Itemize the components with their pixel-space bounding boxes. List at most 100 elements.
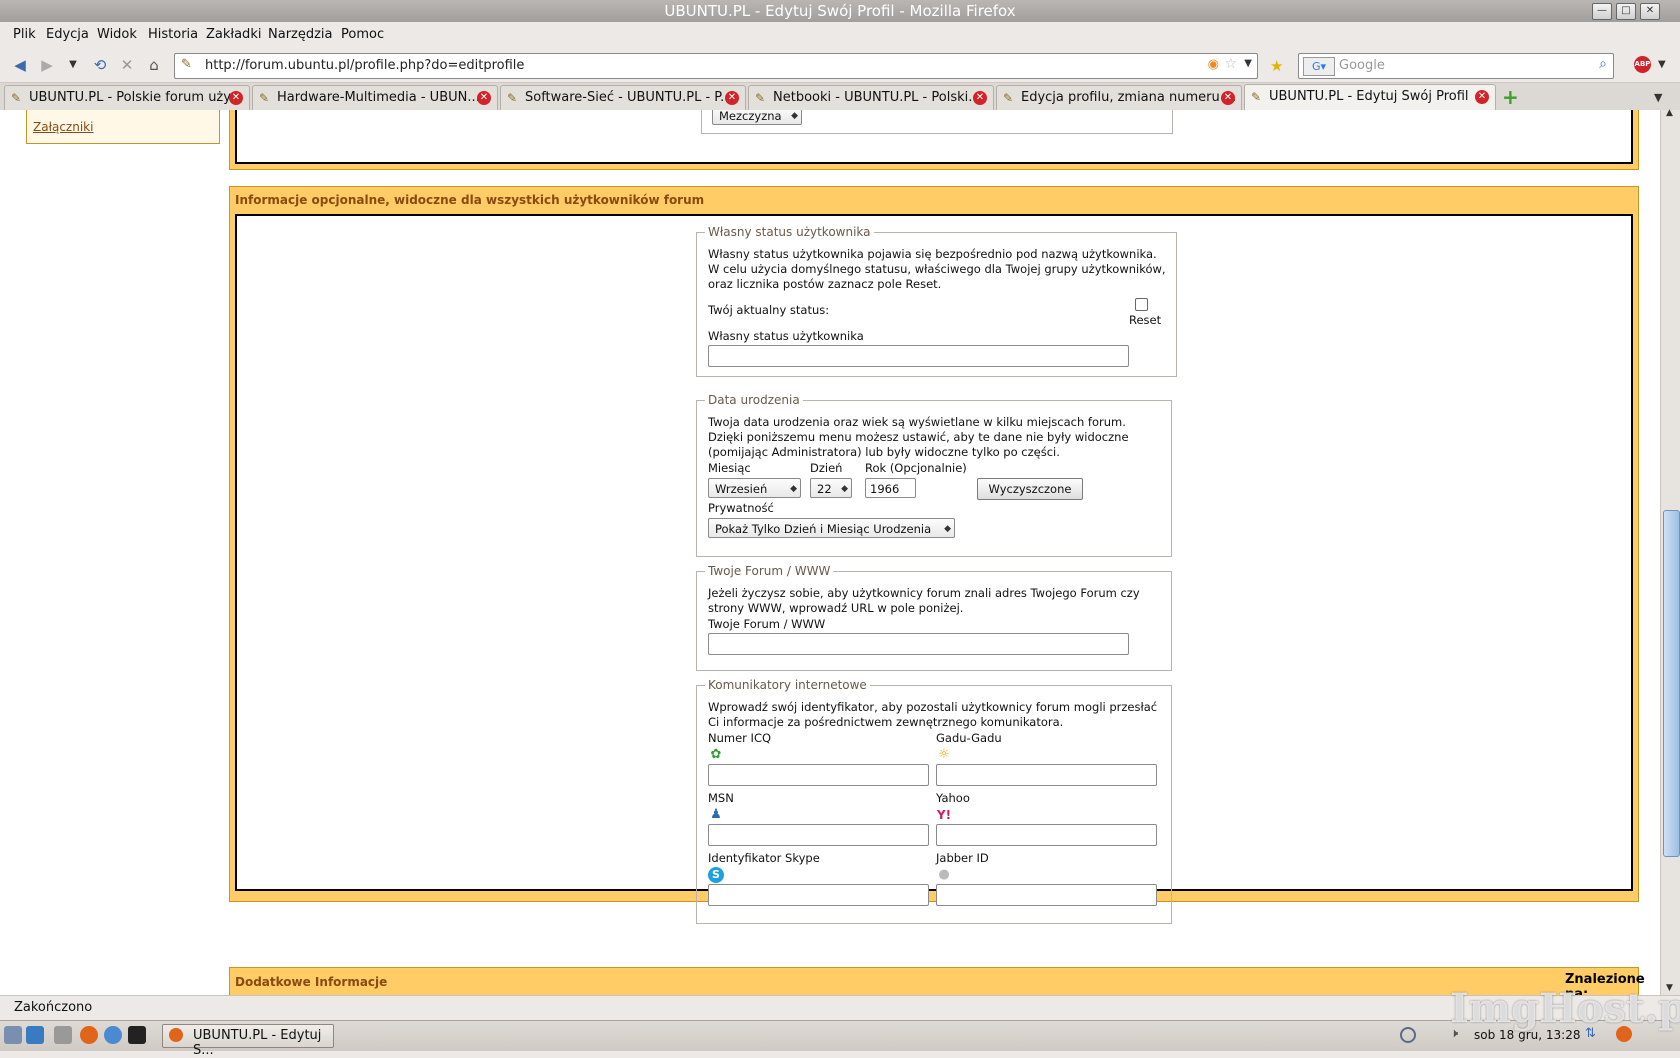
current-status-label: Twój aktualny status: [708,303,830,317]
system-menu-icon[interactable] [4,1026,22,1044]
stop-icon[interactable]: ✕ [117,55,137,75]
tab-edycja-profilu[interactable]: ✎ Edycja profilu, zmiana numeru ... ✕ [996,85,1242,110]
gender-select[interactable]: Mezczyzna ◆ [712,110,802,125]
tab-close-icon[interactable]: ✕ [229,91,243,105]
website-input[interactable] [708,633,1129,655]
menu-narzedzia[interactable]: Narzędzia [268,27,333,42]
tab-ubuntu-forum[interactable]: ✎ UBUNTU.PL - Polskie forum uży... ✕ [4,85,250,110]
day-label: Dzień [810,461,843,475]
birthday-desc-1: Twoja data urodzenia oraz wiek są wyświe… [708,415,1126,429]
taskbar-firefox-button[interactable]: UBUNTU.PL - Edytuj S... [162,1024,334,1058]
optional-info-panel: Informacje opcjonalne, widoczne dla wszy… [229,186,1639,924]
window-titlebar: UBUNTU.PL - Edytuj Swój Profil - Mozilla… [0,0,1680,22]
home-icon[interactable]: ⌂ [144,55,164,75]
reset-checkbox[interactable] [1135,298,1148,311]
thunderbird-launcher-icon[interactable] [104,1026,122,1044]
previous-panel: Mezczyzna ◆ [229,110,1639,170]
firefox-launcher-icon[interactable] [80,1026,98,1044]
search-bar[interactable]: G▾ Google ⌕ [1298,53,1614,79]
icq-flower-icon: ✿ [710,747,722,762]
desktop-icon[interactable] [26,1026,44,1044]
minimize-button[interactable]: — [1592,3,1612,20]
birthday-fieldset: Data urodzenia Twoja data urodzenia oraz… [696,393,1172,557]
tab-close-icon[interactable]: ✕ [725,91,739,105]
custom-status-desc-1: Własny status użytkownika pojawia się be… [708,247,1157,261]
menu-zakladki[interactable]: Zakładki [206,27,261,42]
messengers-legend: Komunikatory internetowe [705,678,870,692]
tab-close-icon[interactable]: ✕ [1221,91,1235,105]
day-select[interactable]: 22 ◆ [810,478,852,498]
skype-icon: S [708,867,724,883]
tab-close-icon[interactable]: ✕ [477,91,491,105]
gender-value: Mezczyzna [719,110,782,123]
tab-bar: ✎ UBUNTU.PL - Polskie forum uży... ✕ ✎ H… [0,83,1680,111]
url-dropdown-icon[interactable]: ▼ [1244,58,1252,69]
site-favicon-icon: ✎ [181,57,192,72]
skype-input[interactable] [708,884,929,906]
tab-edytuj-profil[interactable]: ✎ UBUNTU.PL - Edytuj Swój Profil ✕ [1244,84,1496,111]
website-desc-1: Jeżeli życzysz sobie, aby użytkownicy fo… [708,586,1140,600]
custom-status-fieldset: Własny status użytkownika Własny status … [696,225,1177,377]
yahoo-input[interactable] [936,824,1157,846]
scroll-up-icon[interactable]: ▲ [1666,108,1673,118]
new-tab-icon[interactable]: + [1502,85,1519,109]
birthday-legend: Data urodzenia [705,393,803,407]
privacy-value: Pokaż Tylko Dzień i Miesiąc Urodzenia [715,522,932,536]
tab-label: UBUNTU.PL - Polskie forum uży... [29,90,242,105]
menu-historia[interactable]: Historia [148,27,198,42]
adblock-icon[interactable]: ABP [1634,56,1651,73]
taskbar-window-label: UBUNTU.PL - Edytuj S... [193,1028,322,1058]
extra-info-panel: Dodatkowe Informacje [229,967,1639,995]
menu-pomoc[interactable]: Pomoc [341,27,384,42]
month-value: Wrzesień [715,482,768,496]
tab-hardware-multimedia[interactable]: ✎ Hardware-Multimedia - UBUN... ✕ [252,85,498,110]
tab-label: Netbooki - UBUNTU.PL - Polski... [773,90,981,105]
tab-favicon-icon: ✎ [755,91,766,105]
tab-favicon-icon: ✎ [1251,90,1262,104]
maximize-button[interactable]: □ [1616,3,1636,20]
back-icon[interactable]: ◀ [10,55,30,75]
tab-software-siec[interactable]: ✎ Software-Sieć - UBUNTU.PL - P... ✕ [500,85,746,110]
tab-netbooki[interactable]: ✎ Netbooki - UBUNTU.PL - Polski... ✕ [748,85,994,110]
custom-status-input[interactable] [708,345,1129,367]
menu-edycja[interactable]: Edycja [46,27,89,42]
search-icon[interactable]: ⌕ [1599,56,1607,72]
rss-icon[interactable]: ◉ [1208,57,1219,72]
scrollbar-thumb[interactable] [1663,510,1680,857]
month-select[interactable]: Wrzesień ◆ [708,478,801,498]
privacy-select[interactable]: Pokaż Tylko Dzień i Miesiąc Urodzenia ◆ [708,518,955,538]
icq-input[interactable] [708,764,929,786]
reload-icon[interactable]: ⟲ [90,55,110,75]
url-bar[interactable]: ✎ http://forum.ubuntu.pl/profile.php?do=… [174,53,1258,79]
menu-plik[interactable]: Plik [13,27,36,42]
sidebar-link-attachments[interactable]: Załączniki [33,120,93,134]
reset-label: Reset [1129,313,1162,327]
gender-fieldset: Mezczyzna ◆ [701,110,1173,134]
tab-list-icon[interactable]: ▼ [1654,91,1662,104]
close-window-button[interactable]: ✕ [1640,3,1660,20]
bookmark-star-icon[interactable]: ☆ [1224,56,1237,72]
window-title: UBUNTU.PL - Edytuj Swój Profil - Mozilla… [664,2,1016,20]
bookmarks-icon[interactable]: ★ [1270,57,1283,75]
history-dropdown-icon[interactable]: ▼ [63,55,83,75]
clear-birthday-button[interactable]: Wyczyszczone [977,478,1083,500]
page-content: Załączniki Mezczyzna ◆ Informacje opcjona… [0,110,1660,995]
gadu-gadu-input[interactable] [936,764,1157,786]
tab-favicon-icon: ✎ [11,91,22,105]
search-input[interactable]: Google [1339,58,1385,73]
menu-widok[interactable]: Widok [97,27,137,42]
clock-icon[interactable] [1400,1027,1416,1043]
msn-input[interactable] [708,824,929,846]
adblock-dropdown-icon[interactable]: ▼ [1658,59,1666,70]
search-engine-icon[interactable]: G▾ [1303,57,1335,76]
forward-icon[interactable]: ▶ [37,55,57,75]
previous-panel-body: Mezczyzna ◆ [235,110,1633,164]
jabber-input[interactable] [936,884,1157,906]
year-input[interactable]: 1966 [865,478,916,498]
yahoo-label: Yahoo [936,791,970,805]
tab-close-icon[interactable]: ✕ [973,91,987,105]
tab-close-icon[interactable]: ✕ [1475,90,1489,104]
terminal-icon[interactable] [128,1026,146,1044]
page-scrollbar[interactable]: ▲ ▼ [1660,108,1680,995]
file-manager-icon[interactable] [54,1026,72,1044]
